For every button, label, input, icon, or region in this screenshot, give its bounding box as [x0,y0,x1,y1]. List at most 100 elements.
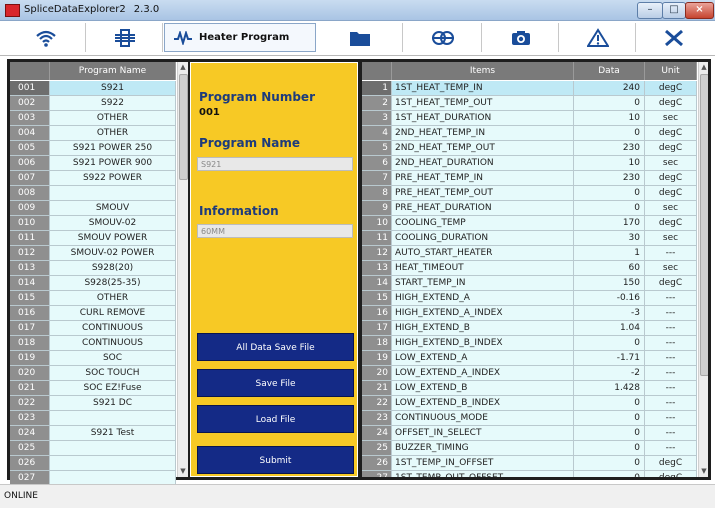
program-list-item[interactable]: 020 SOC TOUCH [10,366,176,381]
program-name-cell[interactable]: OTHER [50,291,176,306]
program-name-cell[interactable]: S921 DC [50,396,176,411]
scroll-thumb[interactable] [179,74,188,180]
table-row[interactable]: 4 2ND_HEAT_TEMP_IN 0 degC [362,126,697,141]
program-name-cell[interactable]: S921 POWER 900 [50,156,176,171]
table-row[interactable]: 24 OFFSET_IN_SELECT 0 --- [362,426,697,441]
table-row[interactable]: 1 1ST_HEAT_TEMP_IN 240 degC [362,81,697,96]
scroll-thumb[interactable] [700,74,708,376]
program-list-item[interactable]: 017 CONTINUOUS [10,321,176,336]
program-list-item[interactable]: 013 S928(20) [10,261,176,276]
item-data-cell[interactable]: 0 [574,411,645,426]
program-list-item[interactable]: 023 [10,411,176,426]
scroll-up-icon[interactable]: ▲ [178,62,188,72]
item-data-cell[interactable]: 1.428 [574,381,645,396]
program-name-cell[interactable]: S928(25-35) [50,276,176,291]
item-data-cell[interactable]: 230 [574,171,645,186]
table-row[interactable]: 271ST_TEMP_OUT_OFFSET0degC [362,471,697,477]
program-name-cell[interactable]: OTHER [50,126,176,141]
maximize-button[interactable]: □ [662,2,686,19]
program-name-cell[interactable]: SOC [50,351,176,366]
program-list-item[interactable]: 002 S922 [10,96,176,111]
program-list-scrollbar[interactable]: ▲ ▼ [177,62,188,477]
minimize-button[interactable]: – [637,2,663,19]
table-row[interactable]: 17 HIGH_EXTEND_B 1.04 --- [362,321,697,336]
item-data-cell[interactable]: 0 [574,426,645,441]
program-name-cell[interactable]: SMOUV [50,201,176,216]
item-data-cell[interactable]: 0 [574,336,645,351]
table-row[interactable]: 21 LOW_EXTEND_B 1.428 --- [362,381,697,396]
tab-heater-program[interactable]: Heater Program [164,23,316,52]
table-row[interactable]: 16 HIGH_EXTEND_A_INDEX -3 --- [362,306,697,321]
item-data-cell[interactable]: 1 [574,246,645,261]
scroll-down-icon[interactable]: ▼ [699,466,708,476]
table-row[interactable]: 14 START_TEMP_IN 150 degC [362,276,697,291]
item-data-cell[interactable]: -3 [574,306,645,321]
program-name-cell[interactable]: S922 POWER [50,171,176,186]
program-list-item[interactable]: 015 OTHER [10,291,176,306]
unit-header[interactable]: Unit [645,62,697,80]
item-data-cell[interactable]: 0 [574,471,645,477]
program-list-item[interactable]: 009 SMOUV [10,201,176,216]
table-row[interactable]: 5 2ND_HEAT_TEMP_OUT 230 degC [362,141,697,156]
program-list-item[interactable]: 008 [10,186,176,201]
program-list-item[interactable]: 018 CONTINUOUS [10,336,176,351]
item-data-cell[interactable]: -0.16 [574,291,645,306]
data-header[interactable]: Data [574,62,645,80]
tab-file[interactable] [317,23,403,52]
tab-maintenance[interactable] [637,23,711,52]
table-row[interactable]: 9 PRE_HEAT_DURATION 0 sec [362,201,697,216]
tab-fiber[interactable] [404,23,482,52]
table-row[interactable]: 26 1ST_TEMP_IN_OFFSET 0 degC [362,456,697,471]
close-button[interactable]: × [685,2,714,19]
information-field[interactable]: 60MM [197,224,353,238]
program-name-cell[interactable]: CONTINUOUS [50,321,176,336]
item-data-cell[interactable]: 0 [574,456,645,471]
table-row[interactable]: 11 COOLING_DURATION 30 sec [362,231,697,246]
table-row[interactable]: 7 PRE_HEAT_TEMP_IN 230 degC [362,171,697,186]
program-name-cell[interactable]: SMOUV-02 POWER [50,246,176,261]
item-data-cell[interactable]: 0 [574,126,645,141]
table-row[interactable]: 18 HIGH_EXTEND_B_INDEX 0 --- [362,336,697,351]
table-row[interactable]: 19 LOW_EXTEND_A -1.71 --- [362,351,697,366]
item-data-cell[interactable]: 0 [574,201,645,216]
item-data-cell[interactable]: 60 [574,261,645,276]
tab-splice[interactable] [87,23,163,52]
item-data-cell[interactable]: 0 [574,396,645,411]
program-list-item[interactable]: 010 SMOUV-02 [10,216,176,231]
table-row[interactable]: 23 CONTINUOUS_MODE 0 --- [362,411,697,426]
item-data-cell[interactable]: 240 [574,81,645,96]
table-row[interactable]: 12 AUTO_START_HEATER 1 --- [362,246,697,261]
program-name-cell[interactable]: S922 [50,96,176,111]
program-name-cell[interactable] [50,456,176,471]
scroll-up-icon[interactable]: ▲ [699,62,708,72]
table-row[interactable]: 8 PRE_HEAT_TEMP_OUT 0 degC [362,186,697,201]
program-list-item[interactable]: 014 S928(25-35) [10,276,176,291]
program-name-cell[interactable]: SMOUV-02 [50,216,176,231]
item-data-cell[interactable]: -2 [574,366,645,381]
program-name-cell[interactable]: CURL REMOVE [50,306,176,321]
program-name-cell[interactable]: S921 POWER 250 [50,141,176,156]
program-list-item[interactable]: 007 S922 POWER [10,171,176,186]
item-data-cell[interactable]: 0 [574,96,645,111]
load-file-button[interactable]: Load File [197,405,354,433]
program-list-item[interactable]: 001 S921 [10,81,176,96]
program-name-cell[interactable] [50,186,176,201]
program-name-cell[interactable]: S928(20) [50,261,176,276]
program-list-item[interactable]: 004 OTHER [10,126,176,141]
program-list-item[interactable]: 021 SOC EZ!Fuse [10,381,176,396]
table-row[interactable]: 13 HEAT_TIMEOUT 60 sec [362,261,697,276]
program-list-item[interactable]: 022 S921 DC [10,396,176,411]
item-data-cell[interactable]: 30 [574,231,645,246]
program-name-cell[interactable]: SMOUV POWER [50,231,176,246]
program-list-item[interactable]: 012 SMOUV-02 POWER [10,246,176,261]
submit-button[interactable]: Submit [197,446,354,474]
program-list-item[interactable]: 024 S921 Test [10,426,176,441]
item-data-cell[interactable]: 0 [574,441,645,456]
all-data-save-file-button[interactable]: All Data Save File [197,333,354,361]
table-row[interactable]: 15 HIGH_EXTEND_A -0.16 --- [362,291,697,306]
item-data-cell[interactable]: 10 [574,156,645,171]
program-name-cell[interactable]: CONTINUOUS [50,336,176,351]
scroll-down-icon[interactable]: ▼ [178,466,188,476]
program-list-item[interactable]: 016 CURL REMOVE [10,306,176,321]
program-list-item[interactable]: 019 SOC [10,351,176,366]
